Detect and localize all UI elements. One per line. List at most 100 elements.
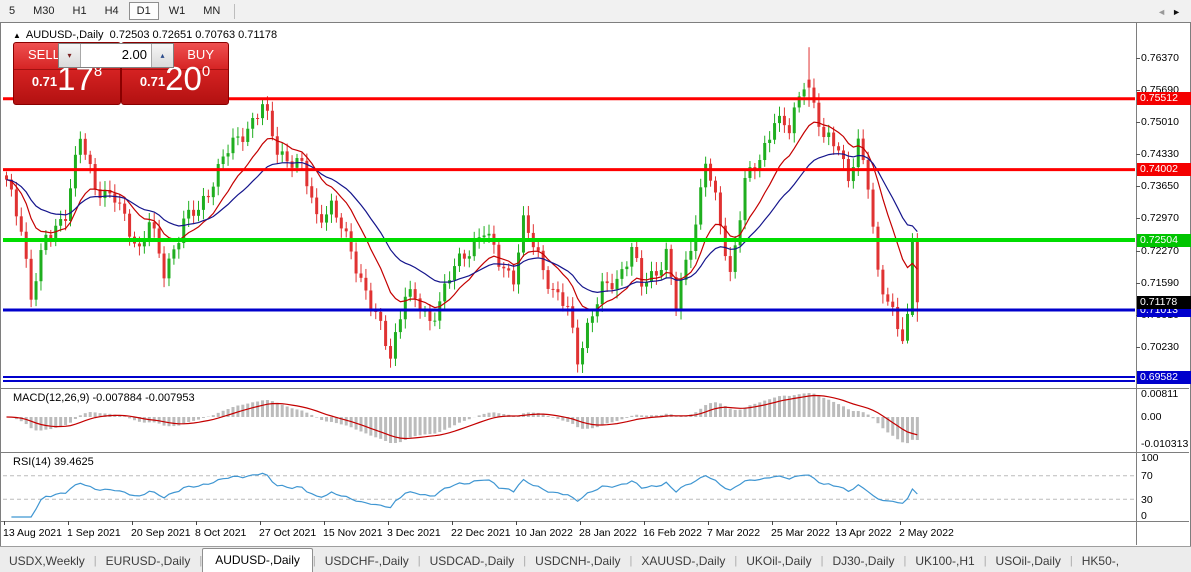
candle-body	[886, 294, 889, 301]
timeframe-button-mn[interactable]: MN	[195, 2, 228, 20]
price-tick-mark	[1136, 283, 1140, 284]
candle-body	[463, 254, 466, 259]
lot-decrease-button[interactable]: ▾	[59, 44, 81, 67]
candle-body	[453, 266, 456, 280]
price-level-badge: 0.69582	[1137, 371, 1191, 384]
chart-tab-ukoil-daily[interactable]: UKOil-,Daily	[737, 550, 820, 572]
candle-body	[379, 312, 382, 321]
chart-tab-usoil-daily[interactable]: USOil-,Daily	[987, 550, 1070, 572]
price-level-badge: 0.74002	[1137, 163, 1191, 176]
chart-tab-uk100-h1[interactable]: UK100-,H1	[906, 550, 983, 572]
chart-tab-usdcad-daily[interactable]: USDCAD-,Daily	[421, 550, 524, 572]
candle-body	[778, 116, 781, 123]
date-axis-tick	[580, 521, 581, 525]
date-axis-tick	[900, 521, 901, 525]
tab-scroll-left-icon[interactable]: ◄	[1157, 7, 1172, 17]
chart-tab-usdx-weekly[interactable]: USDX,Weekly	[0, 550, 94, 572]
candle-body	[650, 271, 653, 282]
lot-increase-button[interactable]: ▴	[151, 44, 173, 67]
chart-tab-audusd-daily[interactable]: AUDUSD-,Daily	[202, 548, 313, 572]
tab-scroll-right-icon[interactable]: ►	[1172, 7, 1187, 17]
timeframe-button-m30[interactable]: M30	[25, 2, 62, 20]
rsi-axis-label: 70	[1141, 470, 1189, 482]
date-axis-label: 10 Jan 2022	[515, 527, 573, 539]
candle-body	[222, 157, 225, 165]
collapse-panel-icon[interactable]: ▲	[13, 31, 21, 40]
chart-tab-bar: USDX,Weekly|EURUSD-,Daily|AUDUSD-,Daily|…	[0, 546, 1191, 572]
candle-body	[788, 125, 791, 133]
candle-body	[689, 251, 692, 260]
rsi-axis-label: 100	[1141, 452, 1189, 464]
price-tick-mark	[1136, 90, 1140, 91]
chart-tab-hk50-[interactable]: HK50-,	[1073, 550, 1128, 572]
price-tick-mark	[1136, 154, 1140, 155]
candle-body	[35, 281, 38, 299]
candle-body	[153, 222, 156, 228]
macd-values: -0.007884 -0.007953	[92, 392, 194, 404]
candle-body	[704, 164, 707, 188]
rsi-axis-label: 30	[1141, 494, 1189, 506]
candle-body	[345, 228, 348, 231]
candle-body	[552, 289, 555, 290]
candle-body	[566, 306, 569, 307]
date-axis-tick	[260, 521, 261, 525]
candle-body	[517, 253, 520, 285]
candle-body	[857, 139, 860, 167]
chart-tab-usdcnh-daily[interactable]: USDCNH-,Daily	[526, 550, 629, 572]
price-level-badge: 0.75512	[1137, 92, 1191, 105]
ma-slow-line	[7, 154, 918, 293]
chart-tab-xauusd-daily[interactable]: XAUUSD-,Daily	[632, 550, 734, 572]
candle-body	[241, 136, 244, 142]
candle-body	[118, 203, 121, 204]
candle-body	[25, 232, 28, 259]
chart-symbol-label: AUDUSD-,Daily	[26, 29, 104, 41]
candle-body	[537, 247, 540, 251]
chart-tab-eurusd-daily[interactable]: EURUSD-,Daily	[97, 550, 200, 572]
candle-body	[359, 273, 362, 277]
candle-body	[655, 271, 658, 276]
candle-body	[527, 215, 530, 233]
candle-body	[79, 139, 82, 155]
candle-body	[5, 175, 8, 179]
candle-body	[808, 80, 811, 88]
timeframe-button-w1[interactable]: W1	[161, 2, 194, 20]
timeframe-button-h1[interactable]: H1	[65, 2, 95, 20]
timeframe-button-h4[interactable]: H4	[97, 2, 127, 20]
timeframe-button-d1[interactable]: D1	[129, 2, 159, 20]
current-bid-badge: 0.71178	[1137, 296, 1191, 309]
candle-body	[822, 127, 825, 137]
candle-body	[20, 216, 23, 231]
candle-body	[94, 164, 97, 189]
candle-body	[369, 290, 372, 309]
candle-body	[443, 283, 446, 301]
candle-body	[217, 164, 220, 187]
price-tick-mark	[1136, 122, 1140, 123]
date-axis-tick	[196, 521, 197, 525]
candle-body	[202, 196, 205, 210]
candle-body	[192, 210, 195, 216]
date-axis-tick	[516, 521, 517, 525]
date-axis-label: 7 Mar 2022	[707, 527, 760, 539]
candle-body	[231, 138, 234, 153]
price-tick-label: 0.72970	[1141, 212, 1189, 224]
timeframe-button-5[interactable]: 5	[1, 2, 23, 20]
candle-body	[177, 243, 180, 249]
candle-body	[364, 278, 367, 291]
candle-body	[428, 311, 431, 321]
main-macd-separator[interactable]	[0, 388, 1189, 389]
chart-tab-dj30-daily[interactable]: DJ30-,Daily	[823, 550, 903, 572]
candle-body	[212, 187, 215, 198]
rsi-indicator-canvas[interactable]	[3, 453, 1135, 521]
lot-size-value[interactable]: 2.00	[81, 44, 151, 67]
price-tick-label: 0.74330	[1141, 148, 1189, 160]
date-axis-label: 1 Sep 2021	[67, 527, 121, 539]
date-axis-label: 13 Aug 2021	[3, 527, 62, 539]
chart-tab-usdchf-daily[interactable]: USDCHF-,Daily	[316, 550, 418, 572]
candle-body	[556, 289, 559, 292]
chart-title: ▲AUDUSD-,Daily 0.72503 0.72651 0.70763 0…	[13, 29, 277, 41]
candle-body	[335, 201, 338, 218]
candle-body	[744, 178, 747, 220]
date-axis-label: 28 Jan 2022	[579, 527, 637, 539]
candle-body	[172, 249, 175, 258]
candle-body	[384, 321, 387, 346]
